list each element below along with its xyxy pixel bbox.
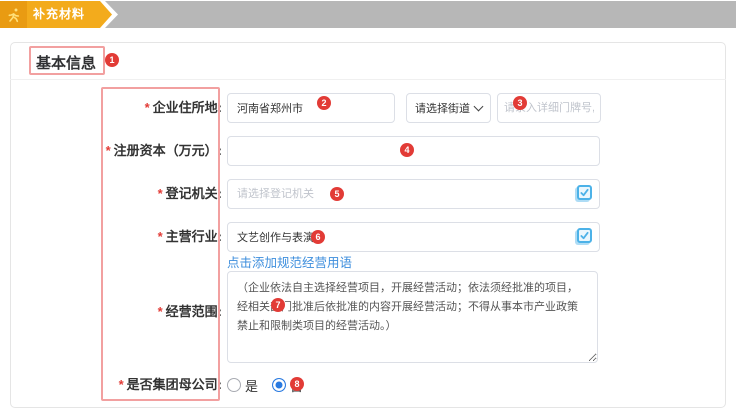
radio-icon[interactable]: [227, 378, 241, 392]
address-detail-input[interactable]: [497, 93, 601, 123]
required-mark: *: [158, 186, 163, 201]
required-mark: *: [119, 377, 124, 392]
industry-label: *主营行业:: [0, 222, 222, 252]
group-parent-label: *是否集团母公司:: [0, 370, 222, 400]
step-label: 补充材料: [33, 1, 85, 28]
capital-label: *注册资本（万元）:: [0, 136, 222, 166]
annotation-badge-3: 3: [513, 96, 527, 110]
authority-picker-icon[interactable]: [577, 185, 592, 200]
section-title: 基本信息: [36, 52, 96, 73]
required-mark: *: [145, 100, 150, 115]
industry-picker-icon[interactable]: [577, 228, 592, 243]
required-mark: *: [158, 304, 163, 319]
authority-label: *登记机关:: [0, 179, 222, 209]
add-standard-terms-link[interactable]: 点击添加规范经营用语: [227, 252, 352, 271]
address-city-input[interactable]: [227, 93, 395, 123]
chevron-down-icon: [474, 102, 484, 112]
breadcrumb-track: [105, 1, 736, 28]
step-banner: 补充材料: [0, 1, 736, 28]
radio-option-yes[interactable]: 是: [227, 376, 258, 395]
annotation-badge-7: 7: [271, 298, 285, 312]
annotation-badge-1: 1: [105, 53, 119, 67]
runner-icon: [0, 1, 27, 28]
street-select-value: 请选择街道: [415, 100, 470, 116]
annotation-badge-5: 5: [330, 187, 344, 201]
registration-authority-input[interactable]: [227, 179, 600, 209]
annotation-badge-2: 2: [317, 96, 331, 110]
required-mark: *: [106, 143, 111, 158]
annotation-badge-4: 4: [400, 143, 414, 157]
radio-icon[interactable]: [272, 378, 286, 392]
scope-label: *经营范围:: [0, 297, 222, 327]
address-label: *企业住所地:: [0, 93, 222, 123]
required-mark: *: [158, 229, 163, 244]
annotation-badge-6: 6: [311, 230, 325, 244]
annotation-badge-8: 8: [290, 377, 304, 391]
business-scope-textarea[interactable]: （企业依法自主选择经营项目，开展经营活动；依法须经批准的项目，经相关部门批准后依…: [227, 271, 598, 363]
radio-label: 是: [245, 376, 258, 395]
main-industry-input[interactable]: [227, 222, 600, 252]
street-select[interactable]: 请选择街道: [406, 93, 491, 123]
page: { "colors": { "accent_orange": "#f3ab1c"…: [0, 0, 736, 402]
